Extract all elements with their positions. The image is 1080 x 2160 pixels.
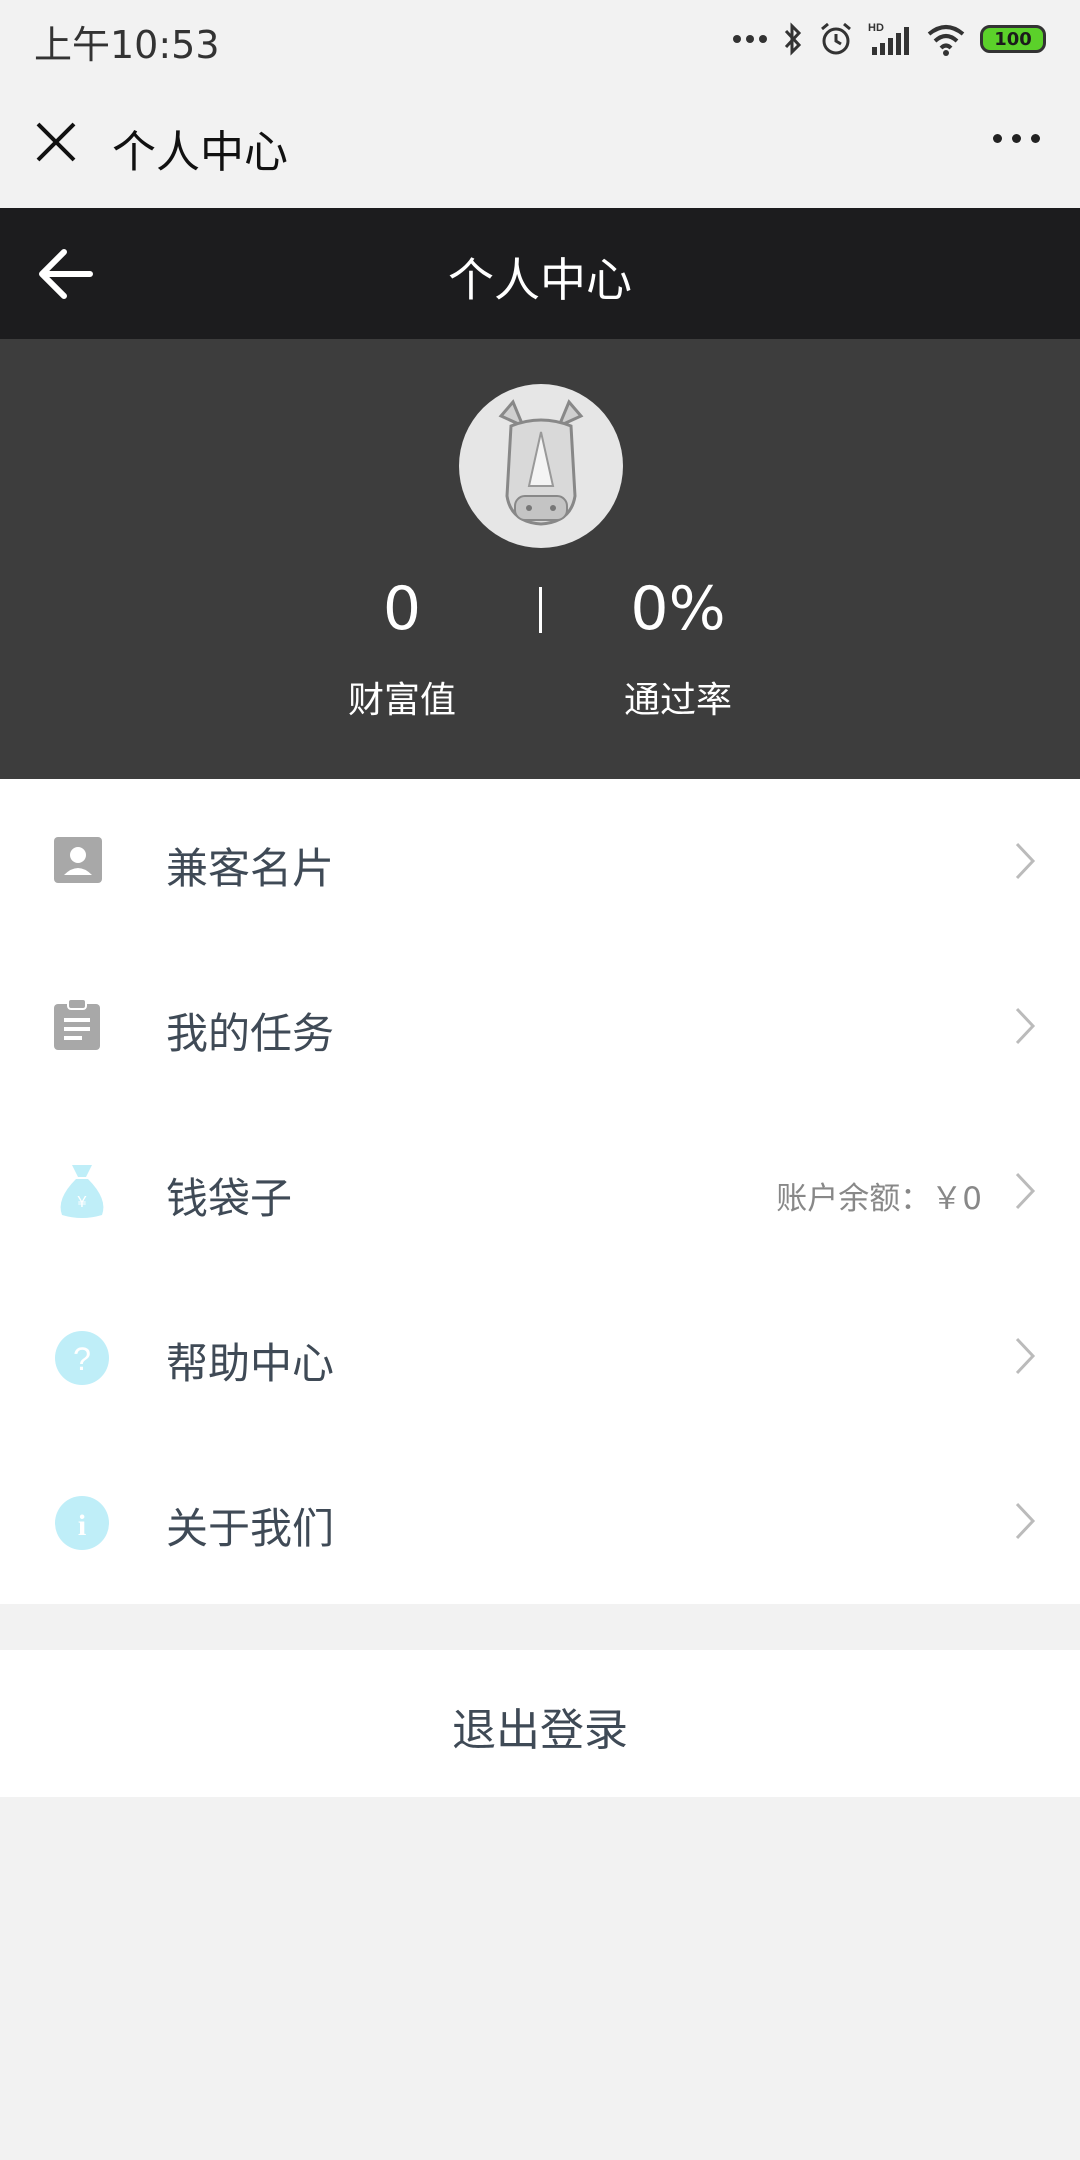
account-balance: 账户余额：￥0 <box>776 1181 982 1217</box>
page-header: 个人中心 <box>0 208 1080 339</box>
more-icon[interactable] <box>993 134 1040 143</box>
dots-icon <box>733 35 767 43</box>
status-icons: HD 100 <box>732 16 1046 62</box>
chevron-right-icon <box>1015 1007 1036 1045</box>
contact-card-icon <box>54 837 102 883</box>
close-icon[interactable] <box>32 118 80 166</box>
menu-item-help-center[interactable]: ? 帮助中心 <box>0 1274 1080 1439</box>
menu-item-my-tasks[interactable]: 我的任务 <box>0 944 1080 1109</box>
alarm-icon <box>821 22 851 55</box>
menu-label: 钱袋子 <box>166 1174 293 1223</box>
signal-hd-icon: HD <box>868 22 909 55</box>
svg-text:¥: ¥ <box>77 1194 87 1211</box>
battery-level: 100 <box>994 28 1032 50</box>
chevron-right-icon <box>1015 1502 1036 1540</box>
menu-list: 兼客名片 我的任务 ¥ 钱袋子 账户余额：￥0 ? 帮助中心 i 关于我们 <box>0 779 1080 1604</box>
chevron-right-icon <box>1015 1337 1036 1375</box>
wealth-label: 财富值 <box>347 680 456 721</box>
logout-button[interactable]: 退出登录 <box>0 1650 1080 1797</box>
avatar[interactable] <box>459 384 623 548</box>
menu-label: 帮助中心 <box>166 1339 335 1388</box>
wealth-value: 0 <box>382 574 422 644</box>
rhino-avatar-icon <box>498 399 584 526</box>
status-time: 上午10:53 <box>34 23 220 67</box>
money-bag-icon: ¥ <box>60 1165 104 1218</box>
battery-icon: 100 <box>980 25 1046 53</box>
wifi-icon <box>927 25 965 56</box>
stat-divider <box>539 587 542 633</box>
menu-label: 我的任务 <box>166 1009 335 1058</box>
menu-item-business-card[interactable]: 兼客名片 <box>0 779 1080 944</box>
clipboard-icon <box>54 998 100 1050</box>
chevron-right-icon <box>1015 842 1036 880</box>
svg-text:HD: HD <box>868 22 884 34</box>
wechat-title: 个人中心 <box>112 127 288 178</box>
bluetooth-icon <box>784 22 802 56</box>
status-bar: 上午10:53 HD 100 <box>0 0 1080 78</box>
page-title: 个人中心 <box>448 253 632 307</box>
pass-rate-value: 0% <box>630 574 726 644</box>
svg-text:i: i <box>78 1509 86 1542</box>
logout-label: 退出登录 <box>452 1705 628 1756</box>
menu-item-wallet[interactable]: ¥ 钱袋子 账户余额：￥0 <box>0 1109 1080 1274</box>
wechat-title-bar: 个人中心 <box>0 78 1080 208</box>
menu-label: 兼客名片 <box>166 844 335 893</box>
menu-label: 关于我们 <box>166 1504 335 1553</box>
menu-item-about-us[interactable]: i 关于我们 <box>0 1439 1080 1604</box>
info-icon: i <box>55 1496 109 1550</box>
profile-section: 0 财富值 0% 通过率 <box>0 339 1080 779</box>
chevron-right-icon <box>1015 1172 1036 1210</box>
pass-rate-label: 通过率 <box>623 680 732 721</box>
wealth-stat: 0 财富值 <box>272 569 532 723</box>
help-icon: ? <box>55 1331 109 1385</box>
svg-text:?: ? <box>73 1341 91 1377</box>
pass-rate-stat: 0% 通过率 <box>548 569 808 723</box>
